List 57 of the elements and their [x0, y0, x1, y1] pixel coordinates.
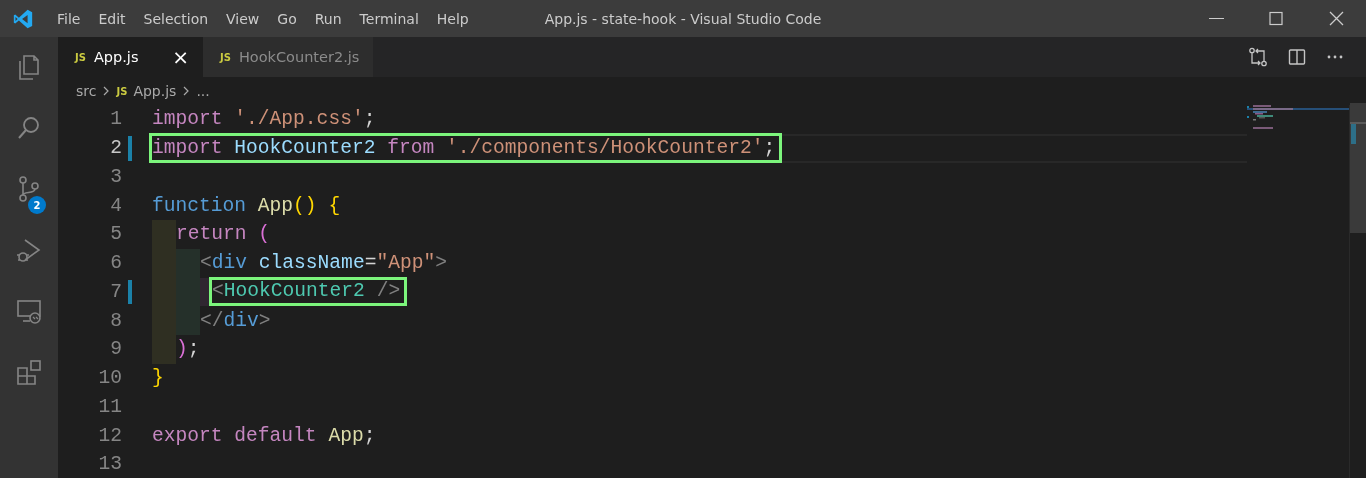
more-actions-icon[interactable] — [1326, 54, 1344, 60]
line-number: 13 — [97, 452, 122, 478]
menu-item[interactable]: Edit — [89, 10, 135, 27]
close-icon — [1328, 11, 1344, 26]
menu-item[interactable]: Run — [305, 10, 351, 27]
line-number: 4 — [109, 193, 122, 219]
close-tab-button[interactable]: × — [172, 47, 189, 67]
javascript-file-icon: JS — [220, 51, 231, 63]
notification-badge: 2 — [28, 196, 46, 214]
menu-item[interactable]: File — [48, 10, 90, 27]
maximize-icon — [1268, 11, 1284, 26]
code-line: import HookCounter2 from './components/HookCounter2'; — [152, 136, 776, 159]
line-number: 10 — [97, 366, 122, 392]
code-line: </div> — [200, 309, 271, 332]
chevron-right-icon — [182, 86, 191, 96]
line-number: 11 — [97, 394, 122, 420]
editor-tab[interactable]: JS App.js × — [58, 37, 203, 77]
javascript-file-icon: JS — [75, 51, 86, 63]
breadcrumb-item[interactable]: src — [76, 83, 97, 99]
breadcrumb-item[interactable]: ... — [196, 83, 210, 99]
split-editor-icon[interactable] — [1288, 48, 1306, 66]
line-number: 3 — [109, 164, 122, 190]
line-number: 2 — [109, 136, 122, 162]
line-number: 7 — [109, 279, 122, 305]
code-line: return ( — [176, 223, 271, 246]
editor-tab[interactable]: JS HookCounter2.js — [203, 37, 374, 77]
code-line: export default App; — [152, 424, 376, 447]
code-line: <HookCounter2 /> — [212, 280, 401, 303]
tab-label: HookCounter2.js — [238, 49, 360, 65]
compare-changes-icon[interactable] — [1248, 47, 1268, 67]
code-line: import './App.css'; — [152, 108, 376, 131]
line-number: 1 — [109, 107, 122, 133]
code-line: ); — [176, 338, 200, 361]
line-number: 8 — [109, 308, 122, 334]
monitor-icon[interactable] — [15, 297, 43, 325]
window-title: App.js - state-hook - Visual Studio Code — [544, 10, 822, 27]
menu-item[interactable]: Go — [268, 10, 306, 27]
run-debug-icon[interactable] — [15, 236, 43, 264]
app-logo-icon — [12, 7, 34, 30]
code-line: } — [152, 367, 164, 390]
line-number: 6 — [109, 251, 122, 277]
code-line: function App() { — [152, 194, 341, 217]
menu-item[interactable]: Help — [427, 10, 478, 27]
menu-item[interactable]: Selection — [134, 10, 218, 27]
line-number: 5 — [109, 222, 122, 248]
code-line: <div className="App"> — [200, 252, 447, 275]
tab-label: App.js — [93, 49, 139, 65]
line-number: 12 — [97, 423, 122, 449]
chevron-right-icon — [102, 86, 111, 96]
menu-item[interactable]: Terminal — [350, 10, 428, 27]
javascript-file-icon: JS — [116, 85, 128, 97]
extensions-icon[interactable] — [15, 358, 43, 386]
scrollbar-drawing[interactable] — [1350, 103, 1366, 233]
menu-item[interactable]: View — [217, 10, 269, 27]
breadcrumb-item[interactable]: App.js — [133, 83, 177, 99]
line-number: 9 — [109, 337, 122, 363]
minimize-icon — [1208, 17, 1224, 20]
